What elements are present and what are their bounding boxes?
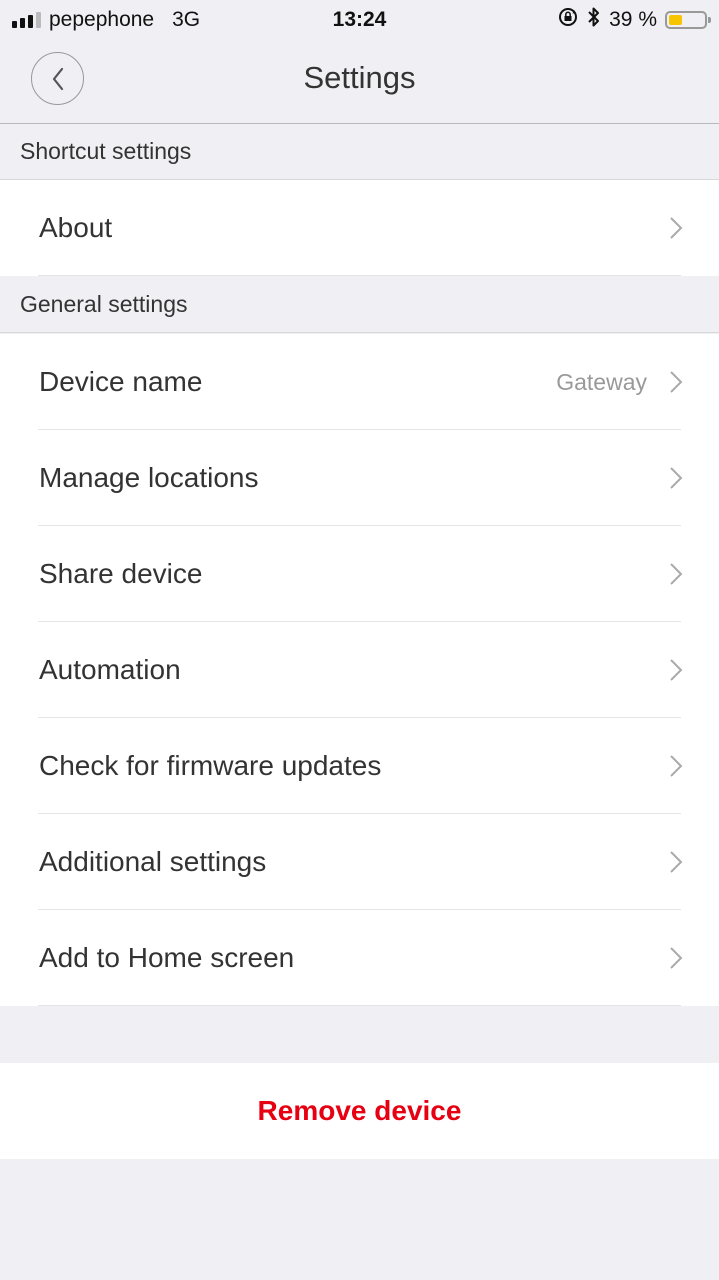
battery-percentage: 39 % [609,8,657,31]
row-label: Share device [39,558,203,589]
row-label: Additional settings [39,846,267,877]
chevron-right-icon [670,563,683,585]
settings-row-share-device[interactable]: Share device [0,526,719,622]
row-label: Check for firmware updates [39,750,382,781]
section-header-general-settings: General settings [0,277,719,333]
status-bar-right: 39 % [557,6,711,34]
settings-row-about[interactable]: About [0,180,719,276]
chevron-right-icon [670,947,683,969]
chevron-right-icon [670,755,683,777]
row-label: Automation [39,654,181,685]
row-label: Manage locations [39,462,259,493]
remove-device-button[interactable]: Remove device [0,1063,719,1159]
settings-row-device-name[interactable]: Device name Gateway [0,334,719,430]
navigation-bar: Settings [0,40,719,124]
page-title: Settings [303,60,416,95]
chevron-right-icon [670,851,683,873]
battery-icon [665,11,711,29]
chevron-right-icon [670,467,683,489]
settings-row-add-to-home-screen[interactable]: Add to Home screen [0,910,719,1006]
general-settings-group: Device name Gateway Manage locations Sha… [0,334,719,1006]
row-label: About [39,212,113,243]
remove-device-label: Remove device [257,1095,462,1126]
bluetooth-icon [587,6,601,34]
row-label: Device name [39,366,203,397]
settings-row-check-firmware-updates[interactable]: Check for firmware updates [0,718,719,814]
chevron-right-icon [670,659,683,681]
rotation-lock-icon [557,6,579,34]
device-name-value: Gateway [556,368,647,395]
shortcut-settings-group: About [0,180,719,276]
chevron-right-icon [670,371,683,393]
status-bar: pepephone 3G 13:24 39 % [0,0,719,40]
row-label: Add to Home screen [39,942,295,973]
battery-level-fill [669,15,683,25]
row-divider [38,1005,681,1006]
settings-row-manage-locations[interactable]: Manage locations [0,430,719,526]
settings-row-automation[interactable]: Automation [0,622,719,718]
chevron-right-icon [670,217,683,239]
row-divider [38,275,681,276]
settings-row-additional-settings[interactable]: Additional settings [0,814,719,910]
section-header-shortcut-settings: Shortcut settings [0,124,719,180]
